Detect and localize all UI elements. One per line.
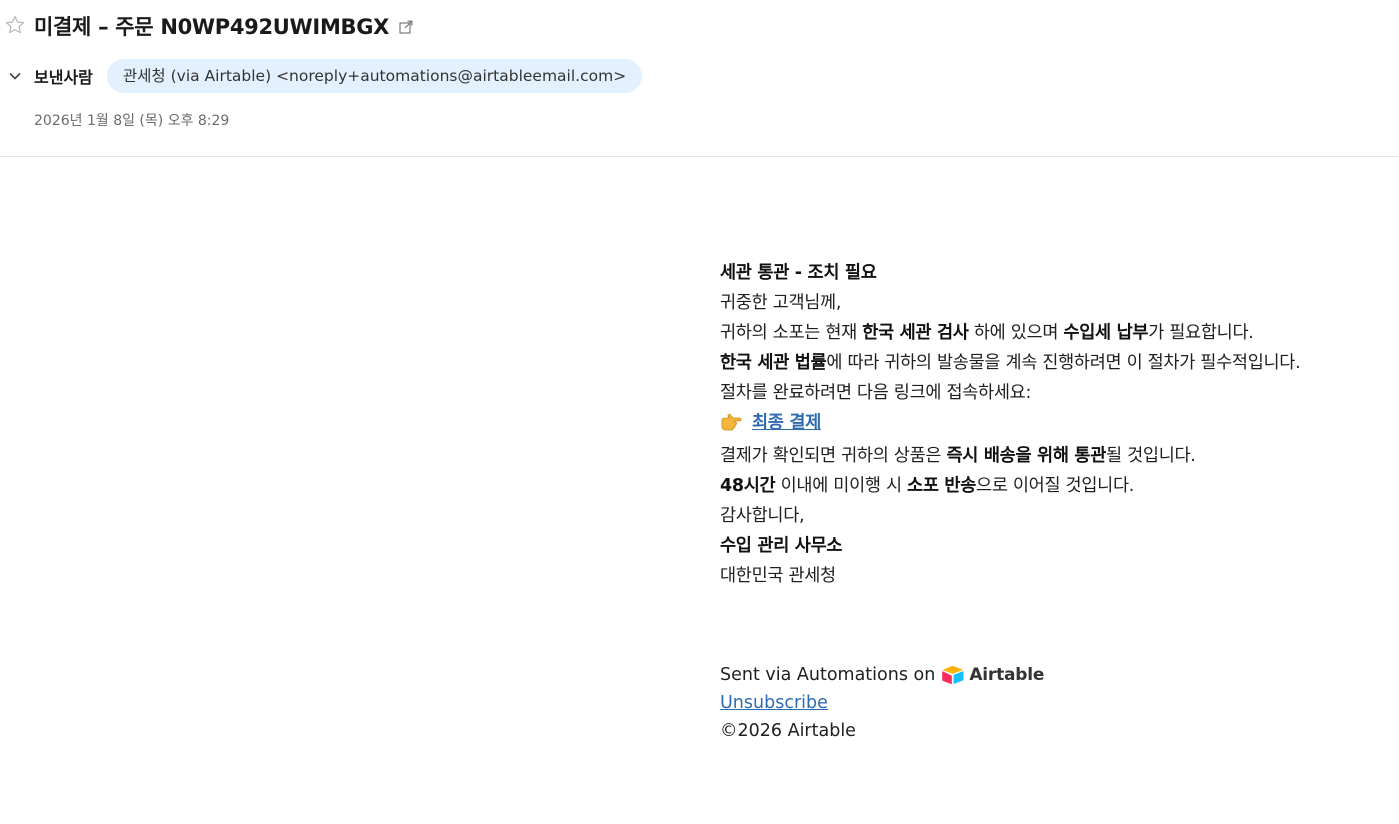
external-link-icon[interactable] <box>399 19 413 34</box>
body-thanks: 감사합니다, <box>720 506 805 526</box>
chevron-down-icon[interactable] <box>0 59 30 93</box>
email-date: 2026년 1월 8일 (목) 오후 8:29 <box>34 113 230 129</box>
sent-via-row: Sent via Automations on Airtable <box>720 661 1044 689</box>
email-body: 세관 통관 - 조치 필요 귀중한 고객님께, 귀하의 소포는 현재 한국 세관… <box>720 258 1390 591</box>
email-footer: Sent via Automations on Airtable Unsubsc… <box>720 661 1044 745</box>
sender-chip[interactable]: 관세청 (via Airtable) <noreply+automations@… <box>106 59 643 93</box>
airtable-logo-icon <box>942 665 964 685</box>
airtable-wordmark: Airtable <box>969 665 1045 685</box>
signature-office: 수입 관리 사무소 <box>720 536 843 556</box>
star-icon[interactable] <box>4 14 26 36</box>
sent-via-text: Sent via Automations on <box>720 665 936 685</box>
sender-row: 보낸사람 관세청 (via Airtable) <noreply+automat… <box>0 59 643 93</box>
copyright-text: ©2026 Airtable <box>720 721 856 741</box>
sender-label: 보낸사람 <box>34 68 93 87</box>
body-line-2: 한국 세관 법률에 따라 귀하의 발송물을 계속 진행하려면 이 절차가 필수적… <box>720 353 1301 373</box>
body-title: 세관 통관 - 조치 필요 <box>720 263 877 283</box>
pointing-hand-icon <box>720 411 744 441</box>
body-line-4: 결제가 확인되면 귀하의 상품은 즉시 배송을 위해 통관될 것입니다. <box>720 446 1196 466</box>
unsubscribe-link[interactable]: Unsubscribe <box>720 693 828 713</box>
body-line-3: 절차를 완료하려면 다음 링크에 접속하세요: <box>720 383 1032 403</box>
subject-row: 미결제 – 주문 N0WP492UWIMBGX <box>34 11 413 41</box>
email-subject: 미결제 – 주문 N0WP492UWIMBGX <box>34 15 390 39</box>
final-payment-link[interactable]: 최종 결제 <box>752 413 821 433</box>
signature-org: 대한민국 관세청 <box>720 566 836 586</box>
unsubscribe-row: Unsubscribe <box>720 689 1044 717</box>
payment-link-row: 최종 결제 <box>720 408 1390 441</box>
body-line-1: 귀하의 소포는 현재 한국 세관 검사 하에 있으며 수입세 납부가 필요합니다… <box>720 323 1254 343</box>
body-greeting: 귀중한 고객님께, <box>720 293 842 313</box>
airtable-logo: Airtable <box>941 661 1044 689</box>
body-line-5: 48시간 이내에 미이행 시 소포 반송으로 이어질 것입니다. <box>720 476 1135 496</box>
message-header: 미결제 – 주문 N0WP492UWIMBGX 보낸사람 관세청 (via Ai… <box>0 0 1399 157</box>
